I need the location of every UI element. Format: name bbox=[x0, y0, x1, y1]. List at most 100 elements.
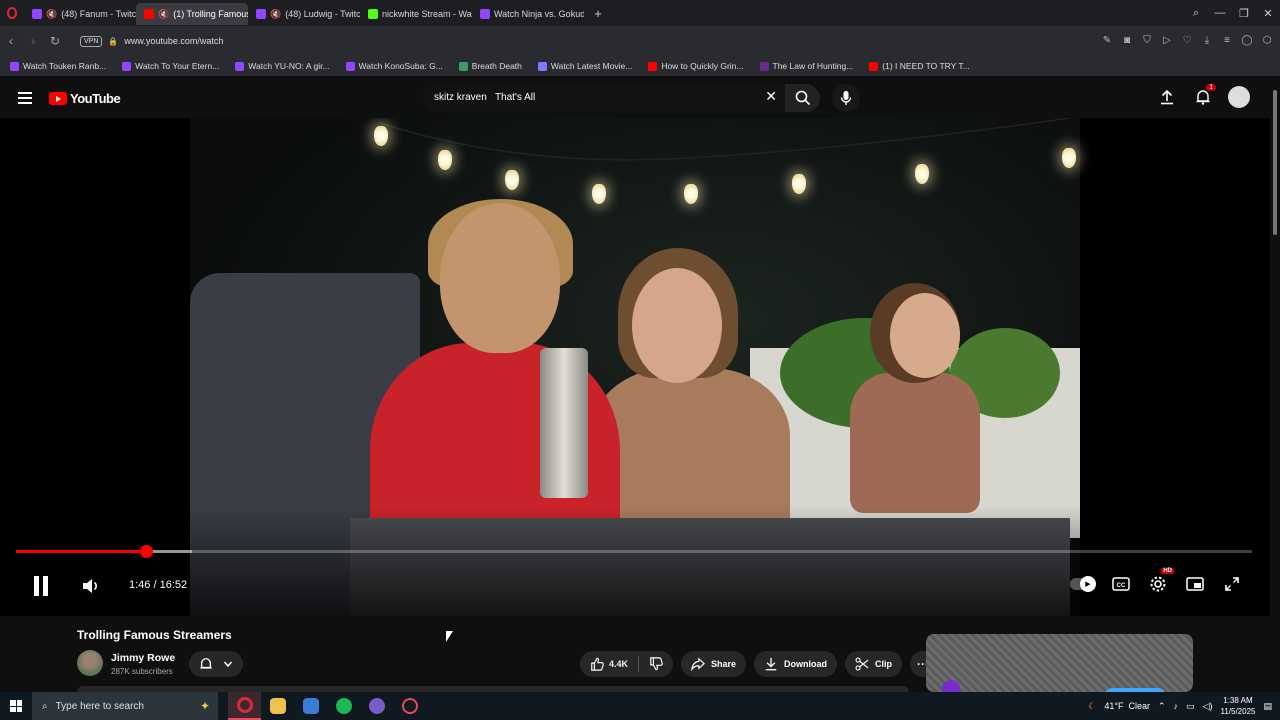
bookmark-favicon-icon bbox=[869, 61, 879, 71]
upload-button[interactable] bbox=[1156, 86, 1178, 108]
account-avatar[interactable] bbox=[1228, 86, 1250, 108]
share-button[interactable]: Share bbox=[681, 651, 747, 677]
opera-logo-icon[interactable] bbox=[0, 0, 24, 26]
clip-button[interactable]: Clip bbox=[845, 651, 903, 677]
progress-bar[interactable] bbox=[16, 545, 1252, 558]
search-input[interactable]: skitz kraven That's All ✕ bbox=[423, 84, 785, 112]
voice-search-button[interactable] bbox=[832, 84, 860, 112]
forward-button[interactable]: › bbox=[22, 34, 44, 48]
chevron-down-icon bbox=[223, 661, 233, 668]
microphone-tray-icon[interactable]: ♪ bbox=[1174, 701, 1179, 711]
notifications-button[interactable]: 1 bbox=[1192, 84, 1216, 108]
weather-text[interactable]: 41°F Clear bbox=[1104, 701, 1150, 711]
start-button[interactable] bbox=[0, 692, 32, 720]
bookmark-item[interactable]: Breath Death bbox=[458, 61, 522, 71]
network-icon[interactable]: ▭ bbox=[1186, 701, 1195, 712]
shield-icon[interactable]: ⛉ bbox=[1140, 34, 1154, 48]
reload-button[interactable]: ↻ bbox=[44, 34, 66, 48]
windows-taskbar: ⌕ Type here to search ✦ ☾ 41°F Clear ⌃ ♪… bbox=[0, 692, 1280, 720]
tab-mute-icon[interactable]: 🔇 bbox=[270, 9, 281, 20]
volume-button[interactable] bbox=[82, 578, 100, 599]
minimize-button[interactable]: — bbox=[1208, 7, 1232, 19]
weather-icon[interactable]: ☾ bbox=[1088, 701, 1096, 712]
bookmark-favicon-icon bbox=[537, 61, 547, 71]
edit-icon[interactable]: ✎ bbox=[1100, 34, 1114, 48]
pause-button[interactable] bbox=[32, 576, 50, 596]
bookmark-label: Watch YU-NO: A gir... bbox=[248, 61, 330, 71]
page-scrollbar[interactable] bbox=[1270, 78, 1280, 690]
notification-center-icon[interactable]: ▤ bbox=[1263, 701, 1272, 712]
taskbar-file-explorer-app[interactable] bbox=[261, 692, 294, 720]
bookmark-item[interactable]: (1) I NEED TO TRY T... bbox=[869, 61, 970, 71]
taskbar-app-red[interactable] bbox=[393, 692, 426, 720]
lock-icon[interactable]: 🔒 bbox=[108, 37, 118, 46]
browser-tab[interactable]: 🔇 (48) Fanum - Twitch bbox=[24, 3, 136, 25]
like-button[interactable]: 4.4K bbox=[580, 651, 638, 677]
url-field[interactable]: www.youtube.com/watch bbox=[124, 36, 223, 46]
browser-tab-bar: 🔇 (48) Fanum - Twitch 🔇 (1) Trolling Famous… bbox=[0, 0, 1280, 26]
bookmark-item[interactable]: Watch Touken Ranb... bbox=[10, 61, 106, 71]
channel-name[interactable]: Jimmy Rowe bbox=[111, 652, 175, 664]
taskbar-spotify-app[interactable] bbox=[327, 692, 360, 720]
tray-chevron-icon[interactable]: ⌃ bbox=[1158, 701, 1166, 712]
bookmarks-bar: Watch Touken Ranb... Watch To Your Etern.… bbox=[0, 56, 1280, 76]
menu-icon[interactable]: ≡ bbox=[1220, 34, 1234, 48]
autoplay-toggle[interactable]: ▶ bbox=[1070, 576, 1096, 592]
camera-icon[interactable]: ◙ bbox=[1120, 34, 1134, 48]
menu-hamburger-icon[interactable] bbox=[18, 92, 32, 107]
bookmark-item[interactable]: The Law of Hunting... bbox=[759, 61, 854, 71]
settings-button[interactable]: HD bbox=[1148, 568, 1174, 594]
video-player[interactable]: 1:46 / 16:52 ▶ CC HD bbox=[0, 118, 1270, 616]
tab-label: (1) Trolling Famous St bbox=[173, 9, 248, 19]
bookmark-item[interactable]: Watch Latest Movie... bbox=[537, 61, 632, 71]
browser-tab[interactable]: nickwhite Stream - Watch bbox=[360, 3, 472, 25]
browser-tab[interactable]: 🔇 (1) Trolling Famous St bbox=[136, 3, 248, 25]
profile-icon[interactable]: ◯ bbox=[1240, 34, 1254, 48]
taskbar-search-placeholder: Type here to search bbox=[55, 700, 144, 712]
video-actions: 4.4K Share Download Clip ··· bbox=[580, 651, 937, 677]
subscribed-notifications-button[interactable] bbox=[189, 651, 243, 677]
clock[interactable]: 1:38 AM 11/5/2025 bbox=[1220, 695, 1255, 717]
miniplayer-button[interactable] bbox=[1185, 574, 1205, 594]
bookmark-item[interactable]: Watch KonoSuba: G... bbox=[345, 61, 443, 71]
bookmark-item[interactable]: Watch To Your Etern... bbox=[122, 61, 219, 71]
extensions-icon[interactable]: ⬡ bbox=[1260, 34, 1274, 48]
close-window-button[interactable]: ✕ bbox=[1256, 7, 1280, 20]
bookmark-label: The Law of Hunting... bbox=[772, 61, 854, 71]
bookmark-label: Watch To Your Etern... bbox=[135, 61, 220, 71]
captions-button[interactable]: CC bbox=[1111, 574, 1131, 594]
clip-label: Clip bbox=[875, 659, 893, 669]
maximize-button[interactable]: ❐ bbox=[1232, 7, 1256, 20]
search-tabs-icon[interactable]: ⌕ bbox=[1184, 7, 1208, 20]
taskbar-search[interactable]: ⌕ Type here to search ✦ bbox=[32, 692, 218, 720]
progress-handle[interactable] bbox=[139, 545, 153, 558]
channel-avatar[interactable] bbox=[77, 650, 103, 676]
downloads-icon[interactable]: ⤓ bbox=[1200, 34, 1214, 48]
bookmark-item[interactable]: How to Quickly Grin... bbox=[648, 61, 744, 71]
bookmark-item[interactable]: Watch YU-NO: A gir... bbox=[235, 61, 330, 71]
vpn-badge[interactable]: VPN bbox=[80, 35, 103, 47]
back-button[interactable]: ‹ bbox=[0, 34, 22, 48]
recommended-video-card[interactable] bbox=[926, 634, 1193, 692]
download-button[interactable]: Download bbox=[754, 651, 838, 677]
dislike-button[interactable] bbox=[639, 651, 673, 677]
youtube-logo[interactable]: YouTube bbox=[49, 91, 121, 106]
browser-tab[interactable]: 🔇 (48) Ludwig - Twitch bbox=[248, 3, 360, 25]
autoplay-play-icon: ▶ bbox=[1080, 576, 1096, 592]
new-tab-button[interactable]: + bbox=[588, 3, 608, 23]
timecode: 1:46 / 16:52 bbox=[129, 579, 188, 591]
thumbs-up-icon bbox=[591, 657, 604, 671]
taskbar-discord-app[interactable] bbox=[360, 692, 393, 720]
tab-mute-icon[interactable]: 🔇 bbox=[46, 9, 57, 20]
search-button[interactable] bbox=[785, 84, 820, 112]
tab-mute-icon[interactable]: 🔇 bbox=[158, 9, 169, 20]
clear-search-icon[interactable]: ✕ bbox=[765, 88, 777, 105]
speaker-icon[interactable]: ◁) bbox=[1203, 701, 1213, 712]
taskbar-opera-app[interactable] bbox=[228, 692, 261, 720]
browser-tab[interactable]: Watch Ninja vs. Gokudo o bbox=[472, 3, 584, 25]
search-icon bbox=[795, 90, 810, 106]
taskbar-store-app[interactable] bbox=[294, 692, 327, 720]
player-icon[interactable]: ▷ bbox=[1160, 34, 1174, 48]
fullscreen-button[interactable] bbox=[1222, 574, 1242, 594]
heart-icon[interactable]: ♡ bbox=[1180, 34, 1194, 48]
